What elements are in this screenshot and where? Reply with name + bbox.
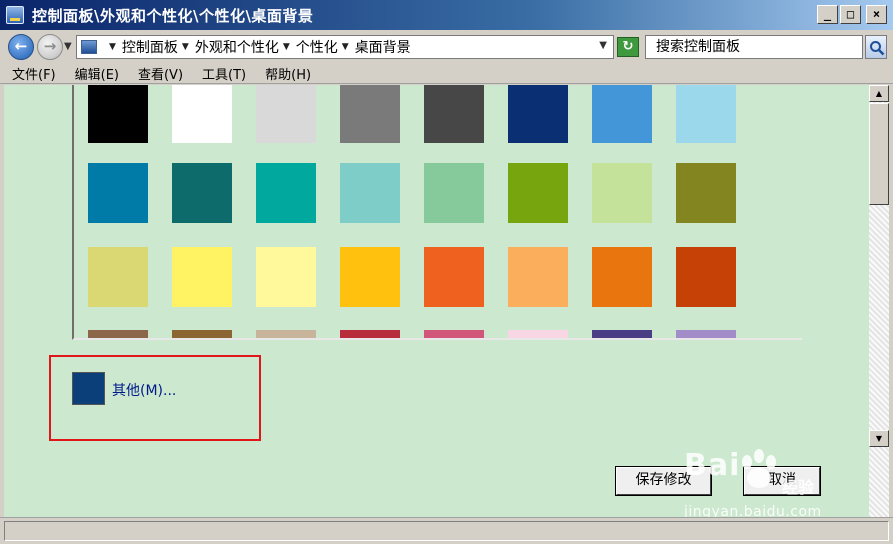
color-palette: ▲ ▼ bbox=[72, 85, 802, 340]
color-swatch[interactable] bbox=[508, 163, 568, 223]
forward-button[interactable]: → bbox=[37, 34, 63, 60]
search-button[interactable] bbox=[865, 35, 887, 59]
recent-pages-dropdown-icon[interactable]: ▼ bbox=[64, 41, 72, 52]
title-bar: 控制面板\外观和个性化\个性化\桌面背景 _ □ × bbox=[0, 0, 893, 30]
color-swatch[interactable] bbox=[256, 247, 316, 307]
color-swatch[interactable] bbox=[340, 85, 400, 143]
window-scrollbar[interactable]: ▲ ▼ bbox=[869, 85, 889, 517]
color-swatch[interactable] bbox=[676, 85, 736, 143]
menu-view[interactable]: 查看(V) bbox=[138, 64, 183, 83]
color-swatch[interactable] bbox=[88, 85, 148, 143]
menu-bar: 文件(F) 编辑(E) 查看(V) 工具(T) 帮助(H) bbox=[0, 64, 893, 84]
address-bar[interactable]: ▼ 控制面板 ▼ 外观和个性化 ▼ 个性化 ▼ 桌面背景 ▼ bbox=[76, 35, 614, 59]
breadcrumb-arrow-icon[interactable]: ▼ bbox=[109, 42, 116, 52]
breadcrumb-desktop-background[interactable]: 桌面背景 bbox=[355, 37, 411, 57]
save-changes-button[interactable]: 保存修改 bbox=[615, 466, 712, 496]
address-bar-row: ← → ▼ ▼ 控制面板 ▼ 外观和个性化 ▼ 个性化 ▼ 桌面背景 ▼ ↻ 搜… bbox=[0, 30, 893, 64]
color-swatch[interactable] bbox=[256, 85, 316, 143]
color-swatch[interactable] bbox=[88, 330, 148, 338]
status-panel bbox=[4, 521, 889, 541]
menu-file[interactable]: 文件(F) bbox=[12, 64, 56, 83]
color-swatch[interactable] bbox=[256, 330, 316, 338]
color-swatch[interactable] bbox=[424, 85, 484, 143]
control-panel-icon bbox=[6, 6, 24, 24]
menu-edit[interactable]: 编辑(E) bbox=[75, 64, 119, 83]
color-swatch[interactable] bbox=[340, 247, 400, 307]
breadcrumb-arrow-icon[interactable]: ▼ bbox=[342, 42, 349, 52]
cancel-button[interactable]: 取消 bbox=[743, 466, 821, 496]
color-swatch[interactable] bbox=[508, 85, 568, 143]
color-swatch[interactable] bbox=[424, 163, 484, 223]
color-swatch[interactable] bbox=[424, 330, 484, 338]
color-swatch[interactable] bbox=[172, 85, 232, 143]
status-bar bbox=[0, 517, 893, 544]
breadcrumb-appearance[interactable]: 外观和个性化 bbox=[195, 37, 279, 57]
breadcrumb-arrow-icon[interactable]: ▼ bbox=[182, 42, 189, 52]
color-swatch[interactable] bbox=[88, 163, 148, 223]
color-swatch[interactable] bbox=[340, 330, 400, 338]
menu-help[interactable]: 帮助(H) bbox=[265, 64, 311, 83]
minimize-button[interactable]: _ bbox=[817, 5, 838, 24]
color-swatch[interactable] bbox=[172, 330, 232, 338]
scroll-thumb[interactable] bbox=[869, 103, 889, 205]
color-swatch[interactable] bbox=[676, 330, 736, 338]
other-color-link[interactable]: 其他(M)... bbox=[112, 380, 176, 400]
color-swatch[interactable] bbox=[592, 330, 652, 338]
window-title: 控制面板\外观和个性化\个性化\桌面背景 bbox=[32, 6, 314, 25]
color-swatch[interactable] bbox=[88, 247, 148, 307]
color-swatch[interactable] bbox=[676, 247, 736, 307]
color-swatch[interactable] bbox=[424, 247, 484, 307]
address-dropdown-icon[interactable]: ▼ bbox=[599, 40, 607, 51]
breadcrumb-control-panel[interactable]: 控制面板 bbox=[122, 37, 178, 57]
color-swatch[interactable] bbox=[340, 163, 400, 223]
back-button[interactable]: ← bbox=[8, 34, 34, 60]
control-panel-icon bbox=[81, 40, 97, 54]
color-swatch[interactable] bbox=[508, 330, 568, 338]
other-color-swatch[interactable] bbox=[72, 372, 105, 405]
scroll-down-button[interactable]: ▼ bbox=[869, 430, 889, 447]
color-swatch[interactable] bbox=[172, 163, 232, 223]
color-swatch[interactable] bbox=[508, 247, 568, 307]
color-swatch[interactable] bbox=[592, 85, 652, 143]
color-swatch[interactable] bbox=[592, 247, 652, 307]
maximize-button[interactable]: □ bbox=[840, 5, 861, 24]
breadcrumb-personalization[interactable]: 个性化 bbox=[296, 37, 338, 57]
close-button[interactable]: × bbox=[866, 5, 887, 24]
search-icon bbox=[870, 41, 885, 56]
content-area: ▲ ▼ 其他(M)... 保存修改 取消 bbox=[4, 85, 869, 517]
window-controls: _ □ × bbox=[817, 5, 887, 24]
refresh-button[interactable]: ↻ bbox=[617, 37, 639, 57]
color-swatch[interactable] bbox=[676, 163, 736, 223]
color-swatch[interactable] bbox=[172, 247, 232, 307]
color-swatch[interactable] bbox=[256, 163, 316, 223]
menu-tools[interactable]: 工具(T) bbox=[202, 64, 246, 83]
scroll-up-button[interactable]: ▲ bbox=[869, 85, 889, 102]
breadcrumb-arrow-icon[interactable]: ▼ bbox=[283, 42, 290, 52]
search-input[interactable]: 搜索控制面板 bbox=[645, 35, 863, 59]
color-swatch[interactable] bbox=[592, 163, 652, 223]
